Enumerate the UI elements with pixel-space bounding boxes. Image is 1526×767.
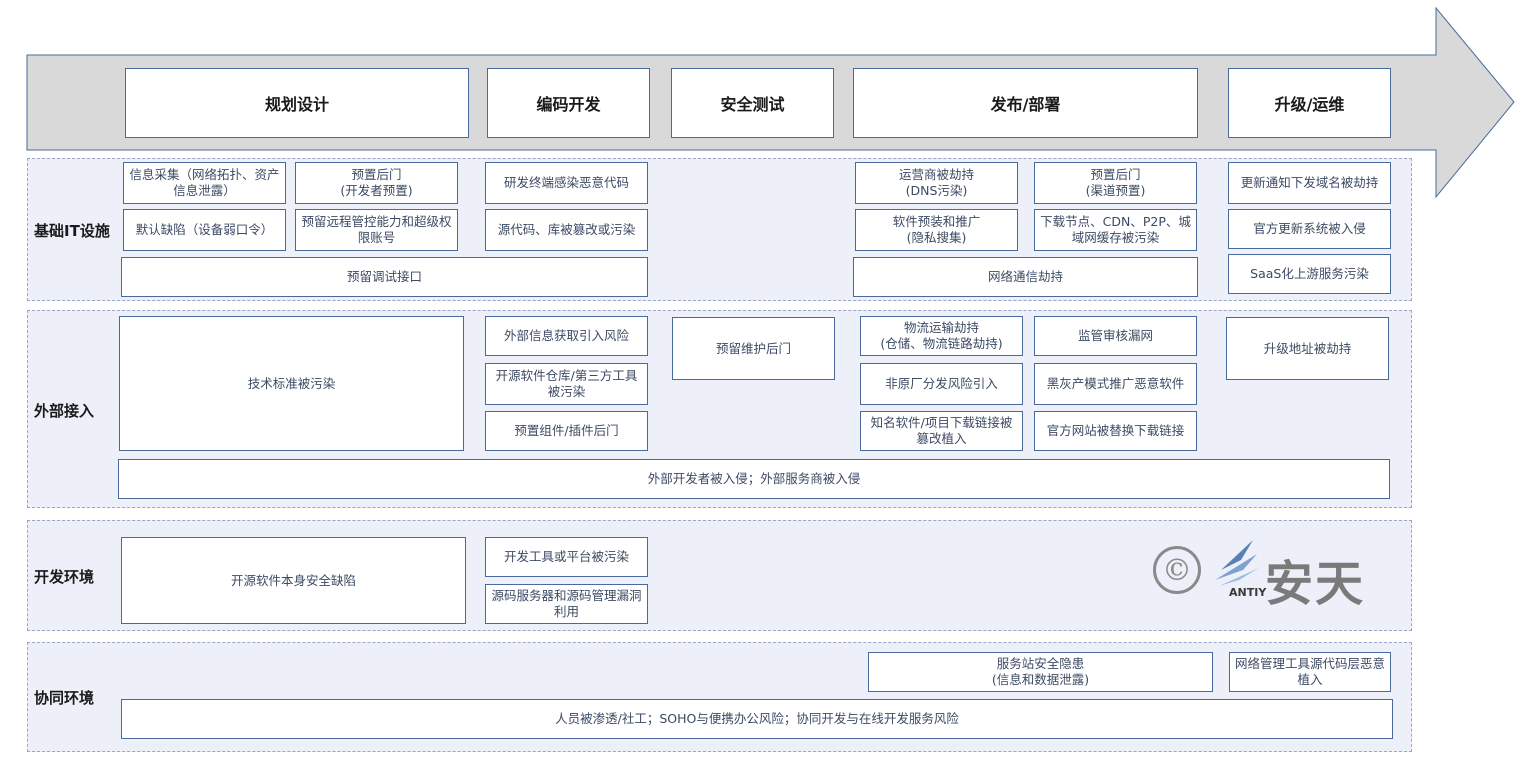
risk-box: 网络通信劫持: [853, 257, 1198, 297]
risk-box: 知名软件/项目下载链接被篡改植入: [860, 411, 1023, 451]
stage-testing: 安全测试: [671, 68, 834, 138]
risk-box: 服务站安全隐患 (信息和数据泄露): [868, 652, 1213, 692]
risk-box: 源码服务器和源码管理漏洞利用: [485, 584, 648, 624]
risk-box: 黑灰产模式推广恶意软件: [1034, 363, 1197, 405]
antiy-brand-label: 安天: [1265, 556, 1366, 612]
risk-box: 外部开发者被入侵；外部服务商被入侵: [118, 459, 1390, 499]
risk-box: 官方更新系统被入侵: [1228, 209, 1391, 249]
risk-box: 研发终端感染恶意代码: [485, 162, 648, 204]
risk-box: 预留维护后门: [672, 317, 835, 380]
risk-box: 预置后门 (渠道预置): [1034, 162, 1197, 204]
antiy-wing-icon: [1215, 540, 1259, 586]
risk-box: 开源软件仓库/第三方工具被污染: [485, 363, 648, 405]
risk-box: 预置后门 (开发者预置): [295, 162, 458, 204]
risk-box: 升级地址被劫持: [1226, 317, 1389, 380]
risk-box: 预留远程管控能力和超级权限账号: [295, 209, 458, 251]
risk-box: 官方网站被替换下载链接: [1034, 411, 1197, 451]
risk-box: 更新通知下发域名被劫持: [1228, 162, 1391, 204]
risk-box: 软件预装和推广 (隐私搜集): [855, 209, 1018, 251]
row-label-external: 外部接入: [34, 402, 95, 420]
risk-box: 非原厂分发风险引入: [860, 363, 1023, 405]
row-label-collab: 协同环境: [34, 689, 95, 707]
stage-planning: 规划设计: [125, 68, 469, 138]
risk-box: 信息采集（网络拓扑、资产信息泄露）: [123, 162, 286, 204]
risk-box: 网络管理工具源代码层恶意植入: [1229, 652, 1391, 692]
stage-coding: 编码开发: [487, 68, 650, 138]
risk-box: 预置组件/插件后门: [485, 411, 648, 451]
risk-box: 外部信息获取引入风险: [485, 316, 648, 356]
risk-box: SaaS化上游服务污染: [1228, 254, 1391, 294]
antiy-sub-label: ANTIY: [1229, 586, 1267, 599]
risk-box: 下载节点、CDN、P2P、城域网缓存被污染: [1034, 209, 1197, 251]
risk-box: 预留调试接口: [121, 257, 648, 297]
row-label-devenv: 开发环境: [34, 568, 95, 586]
risk-box: 默认缺陷（设备弱口令）: [123, 209, 286, 251]
risk-box: 开源软件本身安全缺陷: [121, 537, 466, 624]
risk-box: 开发工具或平台被污染: [485, 537, 648, 577]
risk-box: 监管审核漏网: [1034, 316, 1197, 356]
risk-box: 人员被渗透/社工；SOHO与便携办公风险；协同开发与在线开发服务风险: [121, 699, 1393, 739]
row-label-infra: 基础IT设施: [34, 222, 110, 240]
risk-box: 源代码、库被篡改或污染: [485, 209, 648, 251]
stage-release: 发布/部署: [853, 68, 1198, 138]
antiy-logo: © ANTIY 安天: [1153, 540, 1383, 612]
risk-box: 物流运输劫持 (仓储、物流链路劫持): [860, 316, 1023, 356]
risk-box: 运营商被劫持 (DNS污染): [855, 162, 1018, 204]
risk-box: 技术标准被污染: [119, 316, 464, 451]
copyright-icon: ©: [1153, 546, 1201, 594]
stage-maintenance: 升级/运维: [1228, 68, 1391, 138]
